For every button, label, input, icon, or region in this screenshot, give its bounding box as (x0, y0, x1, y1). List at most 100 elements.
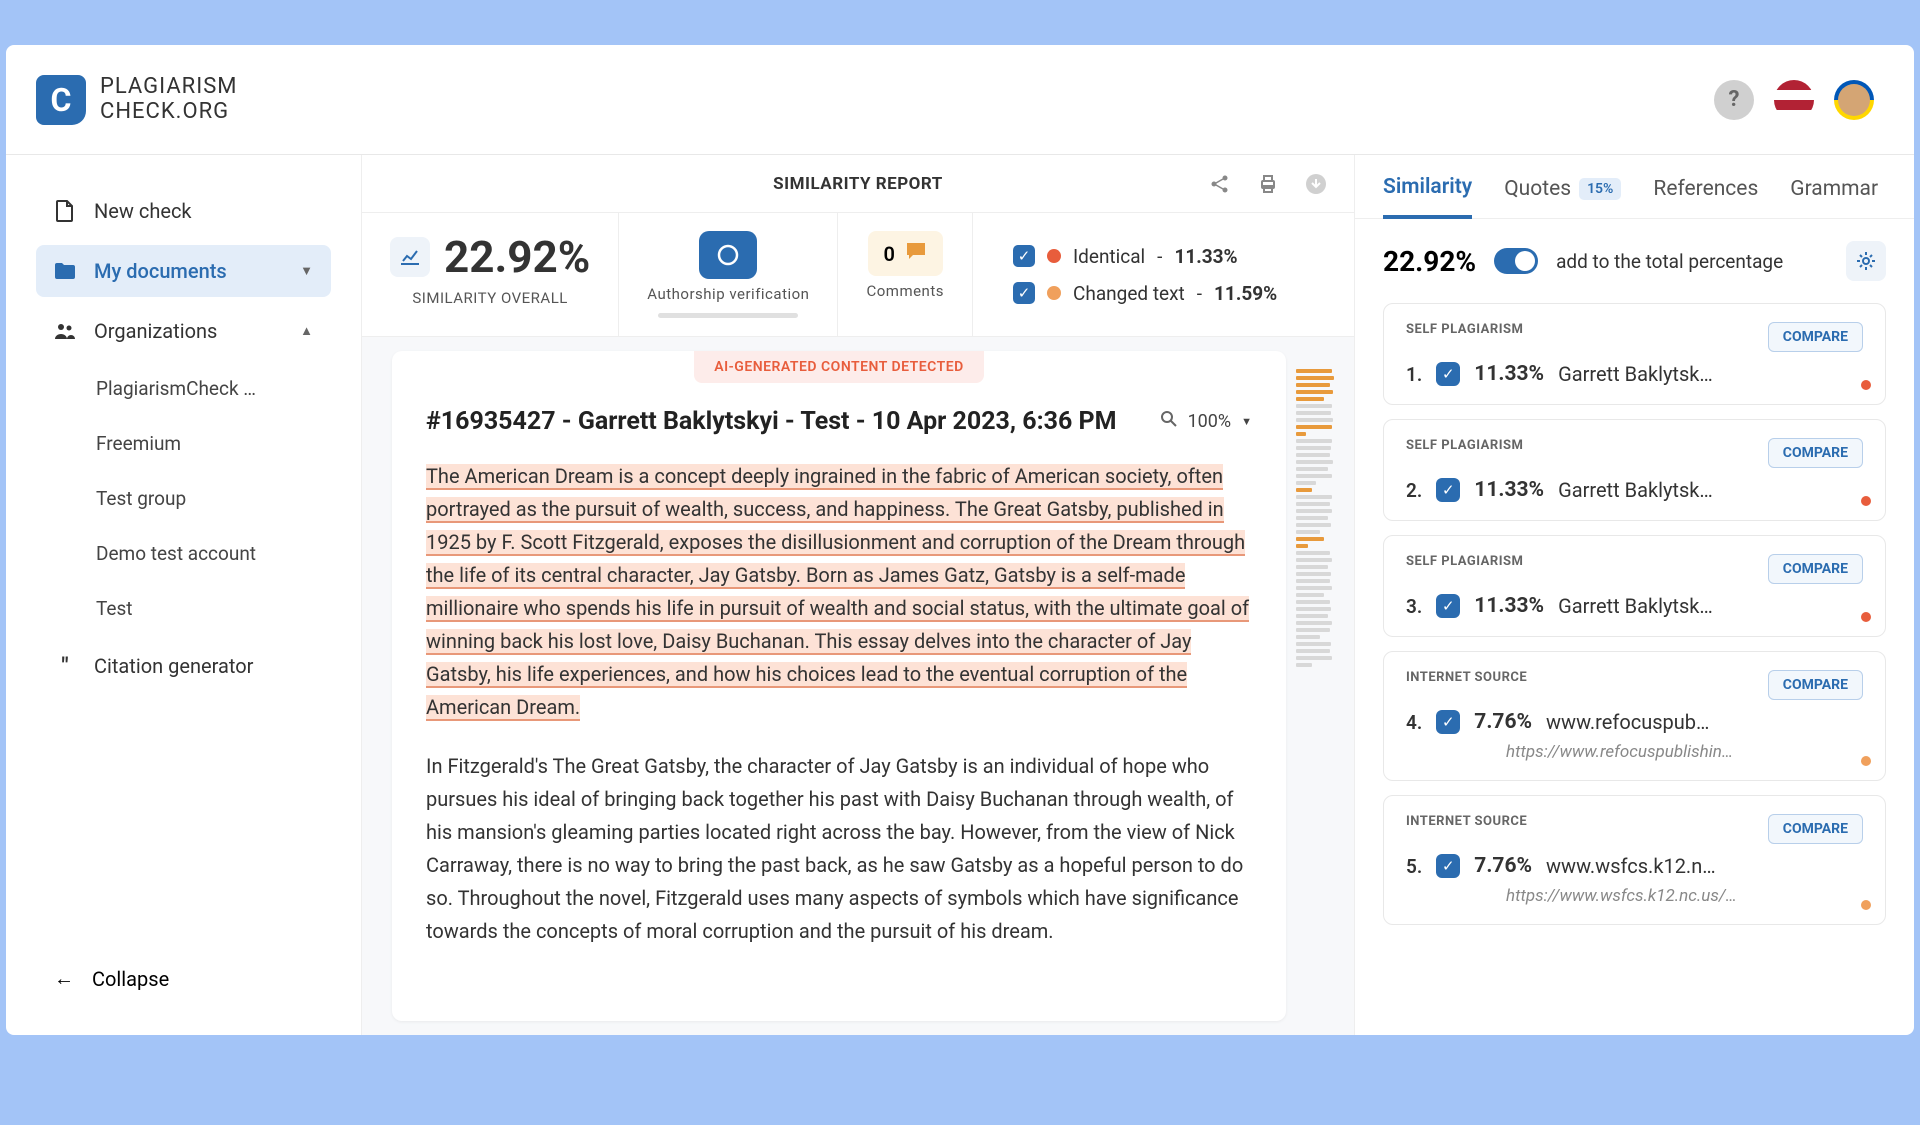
toggle-switch[interactable] (1494, 248, 1538, 274)
logo-text: PLAGIARISM CHECK.ORG (100, 75, 238, 123)
source-percentage: 7.76% (1474, 854, 1532, 878)
source-percentage: 11.33% (1474, 478, 1544, 502)
sidebar-item-label: Citation generator (94, 654, 253, 678)
search-icon (1160, 410, 1178, 433)
sidebar-org-item[interactable]: Demo test account (36, 530, 331, 577)
stats-row: 22.92% SIMILARITY OVERALL Authorship ver… (362, 213, 1354, 337)
sidebar-org-item[interactable]: Test group (36, 475, 331, 522)
source-card[interactable]: INTERNET SOURCE COMPARE 4. ✓ 7.76% www.r… (1383, 651, 1886, 781)
sidebar-org-item[interactable]: Test (36, 585, 331, 632)
source-tag: SELF PLAGIARISM (1406, 554, 1523, 569)
source-card[interactable]: SELF PLAGIARISM COMPARE 3. ✓ 11.33% Garr… (1383, 535, 1886, 637)
document-panel: AI-GENERATED CONTENT DETECTED #16935427 … (392, 351, 1286, 1021)
comment-icon (905, 241, 927, 266)
compare-button[interactable]: COMPARE (1768, 554, 1863, 584)
source-card[interactable]: SELF PLAGIARISM COMPARE 1. ✓ 11.33% Garr… (1383, 303, 1886, 405)
legend-changed[interactable]: ✓ Changed text - 11.59% (1013, 282, 1277, 305)
sidebar: New check My documents ▼ Organizations ▲… (6, 155, 361, 1035)
source-name: Garrett Baklytsk… (1558, 362, 1863, 386)
sidebar-my-documents[interactable]: My documents ▼ (36, 245, 331, 297)
checkbox-checked-icon[interactable]: ✓ (1436, 594, 1460, 618)
app-header: PLAGIARISM CHECK.ORG ? (6, 45, 1914, 155)
results-panel: Similarity Quotes15% References Grammar … (1354, 155, 1914, 1035)
red-dot-icon (1861, 496, 1871, 506)
share-icon[interactable] (1207, 171, 1233, 197)
compare-button[interactable]: COMPARE (1768, 814, 1863, 844)
document-body: The American Dream is a concept deeply i… (392, 460, 1286, 1004)
source-tag: INTERNET SOURCE (1406, 670, 1527, 685)
orange-dot-icon (1047, 286, 1061, 300)
checkbox-checked-icon[interactable]: ✓ (1013, 245, 1035, 267)
checkbox-checked-icon[interactable]: ✓ (1436, 478, 1460, 502)
stat-authorship[interactable]: Authorship verification (619, 213, 838, 336)
orange-dot-icon (1861, 900, 1871, 910)
source-name: Garrett Baklytsk… (1558, 594, 1863, 618)
sidebar-org-item[interactable]: PlagiarismCheck … (36, 365, 331, 412)
logo[interactable]: PLAGIARISM CHECK.ORG (36, 75, 238, 125)
compare-button[interactable]: COMPARE (1768, 322, 1863, 352)
sidebar-org-item[interactable]: Freemium (36, 420, 331, 467)
stat-label: SIMILARITY OVERALL (412, 289, 568, 307)
source-card[interactable]: SELF PLAGIARISM COMPARE 2. ✓ 11.33% Garr… (1383, 419, 1886, 521)
authorship-icon (699, 231, 757, 279)
source-card[interactable]: INTERNET SOURCE COMPARE 5. ✓ 7.76% www.w… (1383, 795, 1886, 925)
header-actions: ? (1714, 80, 1874, 120)
minimap[interactable] (1296, 351, 1336, 1021)
source-name: Garrett Baklytsk… (1558, 478, 1863, 502)
zoom-control[interactable]: 100% ▼ (1160, 410, 1252, 433)
collapse-label: Collapse (92, 967, 169, 991)
red-dot-icon (1861, 380, 1871, 390)
ai-detected-banner: AI-GENERATED CONTENT DETECTED (694, 351, 983, 383)
quote-icon: " (54, 655, 76, 677)
source-percentage: 7.76% (1474, 710, 1532, 734)
stat-comments[interactable]: 0 Comments (838, 213, 973, 336)
chevron-down-icon: ▼ (1241, 415, 1252, 428)
collapse-button[interactable]: ← Collapse (36, 952, 331, 1005)
sidebar-citation-generator[interactable]: " Citation generator (36, 640, 331, 692)
document-paragraph: In Fitzgerald's The Great Gatsby, the ch… (426, 750, 1252, 948)
gear-icon[interactable] (1846, 241, 1886, 281)
language-flag-icon[interactable] (1774, 80, 1814, 120)
tab-quotes[interactable]: Quotes15% (1504, 175, 1621, 218)
sidebar-item-label: Organizations (94, 319, 217, 343)
source-tag: INTERNET SOURCE (1406, 814, 1527, 829)
summary-percentage: 22.92% (1383, 245, 1476, 278)
tab-grammar[interactable]: Grammar (1790, 175, 1878, 218)
checkbox-checked-icon[interactable]: ✓ (1436, 710, 1460, 734)
checkbox-checked-icon[interactable]: ✓ (1013, 282, 1035, 304)
download-icon[interactable] (1303, 171, 1329, 197)
folder-icon (54, 260, 76, 282)
compare-button[interactable]: COMPARE (1768, 438, 1863, 468)
source-number: 1. (1406, 363, 1422, 386)
help-icon[interactable]: ? (1714, 80, 1754, 120)
source-number: 4. (1406, 711, 1422, 734)
report-panel: SIMILARITY REPORT (362, 155, 1354, 1035)
checkbox-checked-icon[interactable]: ✓ (1436, 362, 1460, 386)
sidebar-organizations[interactable]: Organizations ▲ (36, 305, 331, 357)
source-tag: SELF PLAGIARISM (1406, 438, 1523, 453)
arrow-left-icon: ← (54, 966, 74, 991)
source-number: 3. (1406, 595, 1422, 618)
avatar[interactable] (1834, 80, 1874, 120)
checkbox-checked-icon[interactable]: ✓ (1436, 854, 1460, 878)
chart-icon (390, 237, 430, 277)
report-title: SIMILARITY REPORT (773, 174, 943, 194)
tab-similarity[interactable]: Similarity (1383, 175, 1472, 219)
source-percentage: 11.33% (1474, 362, 1544, 386)
legend-identical[interactable]: ✓ Identical - 11.33% (1013, 245, 1238, 268)
document-title: #16935427 - Garrett Baklytskyi - Test - … (426, 407, 1117, 436)
tab-references[interactable]: References (1653, 175, 1758, 218)
source-tag: SELF PLAGIARISM (1406, 322, 1523, 337)
orange-dot-icon (1861, 756, 1871, 766)
red-dot-icon (1861, 612, 1871, 622)
sidebar-item-label: My documents (94, 259, 227, 283)
source-name: www.refocuspub… (1546, 710, 1863, 734)
auth-progress-bar (658, 313, 798, 318)
print-icon[interactable] (1255, 171, 1281, 197)
tab-badge: 15% (1579, 178, 1621, 200)
compare-button[interactable]: COMPARE (1768, 670, 1863, 700)
source-percentage: 11.33% (1474, 594, 1544, 618)
sidebar-new-check[interactable]: New check (36, 185, 331, 237)
result-tabs: Similarity Quotes15% References Grammar (1355, 155, 1914, 219)
highlighted-text[interactable]: The American Dream is a concept deeply i… (426, 464, 1249, 721)
